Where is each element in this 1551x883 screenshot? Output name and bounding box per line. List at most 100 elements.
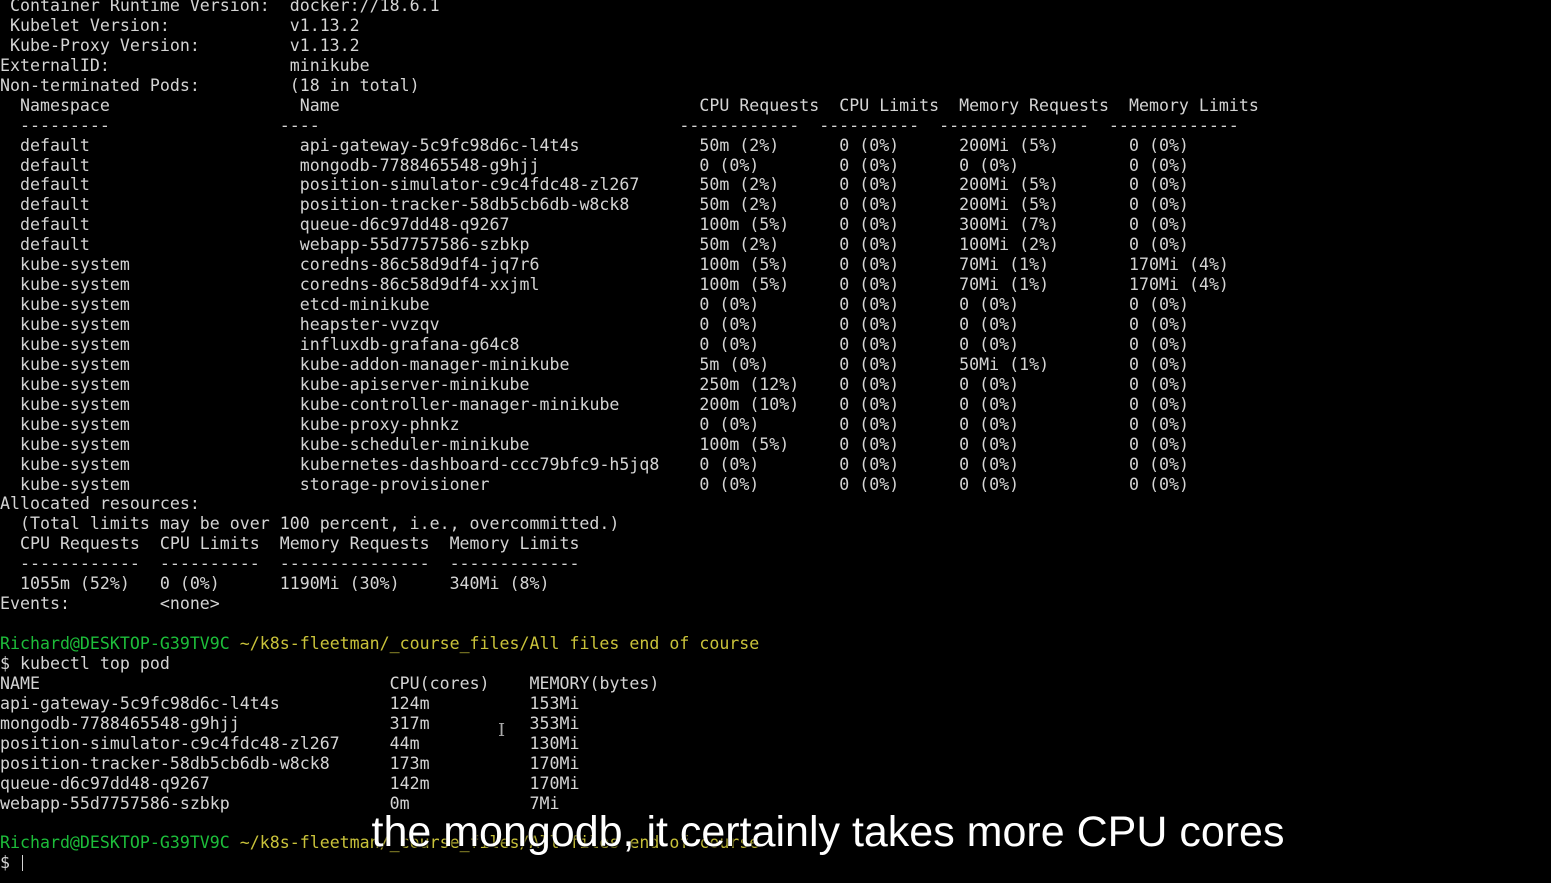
pod-cell: kube-proxy-phnkz [299, 414, 460, 434]
pod-row: kube-system etcd-minikube 0 (0%) 0 (0%) … [0, 295, 1551, 315]
pod-row: default webapp-55d7757586-szbkp 50m (2%)… [0, 235, 1551, 255]
pod-row: kube-system kube-proxy-phnkz 0 (0%) 0 (0… [0, 415, 1551, 435]
pod-cell: api-gateway-5c9fc98d6c-l4t4s [299, 135, 580, 155]
pod-cell: 170Mi (4%) [1129, 255, 1229, 275]
pod-cell: 0 (0%) [959, 434, 1020, 454]
pod-cell: position-tracker-58db5cb6db-w8ck8 [299, 195, 630, 215]
top-pod-row: mongodb-7788465548-g9hjj 317m 353Mi [0, 714, 1551, 734]
pod-row: kube-system kubernetes-dashboard-ccc79bf… [0, 455, 1551, 475]
top-pod-row: api-gateway-5c9fc98d6c-l4t4s 124m 153Mi [0, 694, 1551, 714]
pod-row: kube-system kube-apiserver-minikube 250m… [0, 375, 1551, 395]
pod-row: default position-simulator-c9c4fdc48-zl2… [0, 175, 1551, 195]
pod-row: kube-system kube-addon-manager-minikube … [0, 355, 1551, 375]
pod-cell: etcd-minikube [299, 295, 430, 315]
terminal-output[interactable]: Container Runtime Version: docker://18.6… [0, 0, 1551, 873]
pod-cell: 0 (0%) [839, 215, 900, 235]
allocated-line: Allocated resources: [0, 494, 200, 514]
pod-table-header: Namespace Name CPU Requests CPU Limits M… [0, 96, 1551, 116]
pod-cell: 0 (0%) [839, 434, 900, 454]
top-pod-cell: 353Mi [529, 713, 580, 733]
pod-row: kube-system storage-provisioner 0 (0%) 0… [0, 475, 1551, 495]
allocated-line: CPU Requests CPU Limits Memory Requests … [0, 534, 580, 554]
node-info-line: Container Runtime Version: docker://18.6… [0, 0, 440, 15]
pod-cell: mongodb-7788465548-g9hjj [299, 155, 540, 175]
pod-cell: 100m (5%) [699, 434, 790, 454]
pod-row: default queue-d6c97dd48-q9267 100m (5%) … [0, 215, 1551, 235]
top-pod-row: position-tracker-58db5cb6db-w8ck8 173m 1… [0, 754, 1551, 774]
top-pod-cell: 124m [389, 693, 430, 713]
pod-cell: kubernetes-dashboard-ccc79bfc9-h5jq8 [299, 454, 660, 474]
pod-cell: default [19, 195, 90, 215]
pod-cell: 0 (0%) [959, 454, 1020, 474]
pod-cell: 0 (0%) [1128, 235, 1189, 255]
pod-cell: 0 (0%) [839, 195, 900, 215]
top-pod-cell: position-simulator-c9c4fdc48-zl267 [0, 733, 340, 753]
pod-cell: 0 (0%) [839, 315, 900, 334]
pod-cell: kube-system [19, 255, 130, 275]
top-pod-column-header: NAME [0, 673, 40, 693]
pod-cell: 0 (0%) [1128, 175, 1189, 195]
pod-cell: 100Mi (2%) [959, 235, 1060, 255]
pod-cell: default [19, 215, 90, 235]
pod-row: kube-system influxdb-grafana-g64c8 0 (0%… [0, 335, 1551, 355]
pod-column-header: Memory Limits [1128, 95, 1259, 115]
pod-cell: 0 (0%) [1129, 434, 1189, 454]
top-pod-cell: 170Mi [529, 753, 580, 773]
pod-cell: 0 (0%) [1129, 315, 1189, 334]
pod-cell: 0 (0%) [839, 454, 900, 474]
pod-cell: kube-system [19, 434, 130, 454]
pod-cell: default [19, 155, 90, 175]
pod-cell: 0 (0%) [1129, 155, 1189, 175]
pod-cell: kube-system [19, 334, 130, 354]
pod-cell: 0 (0%) [1128, 135, 1189, 155]
pod-cell: 0 (0%) [839, 354, 900, 374]
pod-cell: 0 (0%) [959, 334, 1020, 354]
pod-row: kube-system coredns-86c58d9df4-jq7r6 100… [0, 255, 1551, 275]
pod-cell: 50m (2%) [699, 235, 780, 255]
pod-cell: coredns-86c58d9df4-xxjml [299, 275, 540, 295]
allocated-line: 1055m (52%) 0 (0%) 1190Mi (30%) 340Mi (8… [0, 574, 550, 594]
pod-cell: kube-system [19, 374, 130, 394]
pod-cell: 0 (0%) [699, 474, 760, 494]
pod-cell: 50m (2%) [699, 195, 780, 215]
pod-cell: 0 (0%) [839, 414, 900, 434]
command-line: $ kubectl top pod [0, 653, 170, 673]
pod-cell: 0 (0%) [1129, 354, 1189, 374]
text-cursor-icon: I [498, 720, 506, 741]
top-pod-cell: 170Mi [529, 773, 580, 793]
pod-cell: 0 (0%) [959, 414, 1020, 434]
pod-cell: 0 (0%) [1129, 454, 1189, 474]
pod-cell: 0 (0%) [839, 135, 900, 155]
pod-cell: heapster-vvzqv [299, 315, 440, 334]
subtitle-text: the mongodb, it certainly takes more CPU… [371, 808, 1285, 856]
pod-cell: position-simulator-c9c4fdc48-zl267 [299, 175, 640, 195]
top-pod-cell: 153Mi [529, 693, 580, 713]
pod-cell: 0 (0%) [839, 275, 900, 295]
pod-cell: 0 (0%) [1129, 414, 1189, 434]
pod-row: default position-tracker-58db5cb6db-w8ck… [0, 195, 1551, 215]
pod-cell: 50m (2%) [699, 175, 780, 195]
top-pod-cell: 317m [389, 713, 430, 733]
pod-cell: 0 (0%) [959, 474, 1020, 494]
pod-cell: kube-apiserver-minikube [299, 374, 530, 394]
pod-cell: 0 (0%) [1128, 215, 1189, 235]
pod-cell: 200Mi (5%) [959, 195, 1060, 215]
top-pod-row: queue-d6c97dd48-q9267 142m 170Mi [0, 774, 1551, 794]
pod-cell: coredns-86c58d9df4-jq7r6 [299, 255, 540, 275]
pod-row: default api-gateway-5c9fc98d6c-l4t4s 50m… [0, 136, 1551, 156]
pod-cell: kube-system [19, 295, 130, 315]
pod-cell: kube-system [19, 275, 130, 295]
pod-cell: kube-system [19, 414, 130, 434]
top-pod-column-header: CPU(cores) [389, 673, 490, 693]
pod-row: default mongodb-7788465548-g9hjj 0 (0%) … [0, 156, 1551, 176]
pod-cell: 0 (0%) [839, 474, 900, 494]
pod-cell: 0 (0%) [1129, 374, 1189, 394]
pod-cell: 250m (12%) [699, 374, 800, 394]
pod-cell: 300Mi (7%) [959, 215, 1060, 235]
pod-cell: 50Mi (1%) [959, 354, 1050, 374]
pod-cell: 200m (10%) [699, 394, 800, 414]
pod-cell: 0 (0%) [839, 155, 900, 175]
pod-cell: 0 (0%) [699, 414, 760, 434]
pod-cell: 100m (5%) [699, 275, 790, 295]
